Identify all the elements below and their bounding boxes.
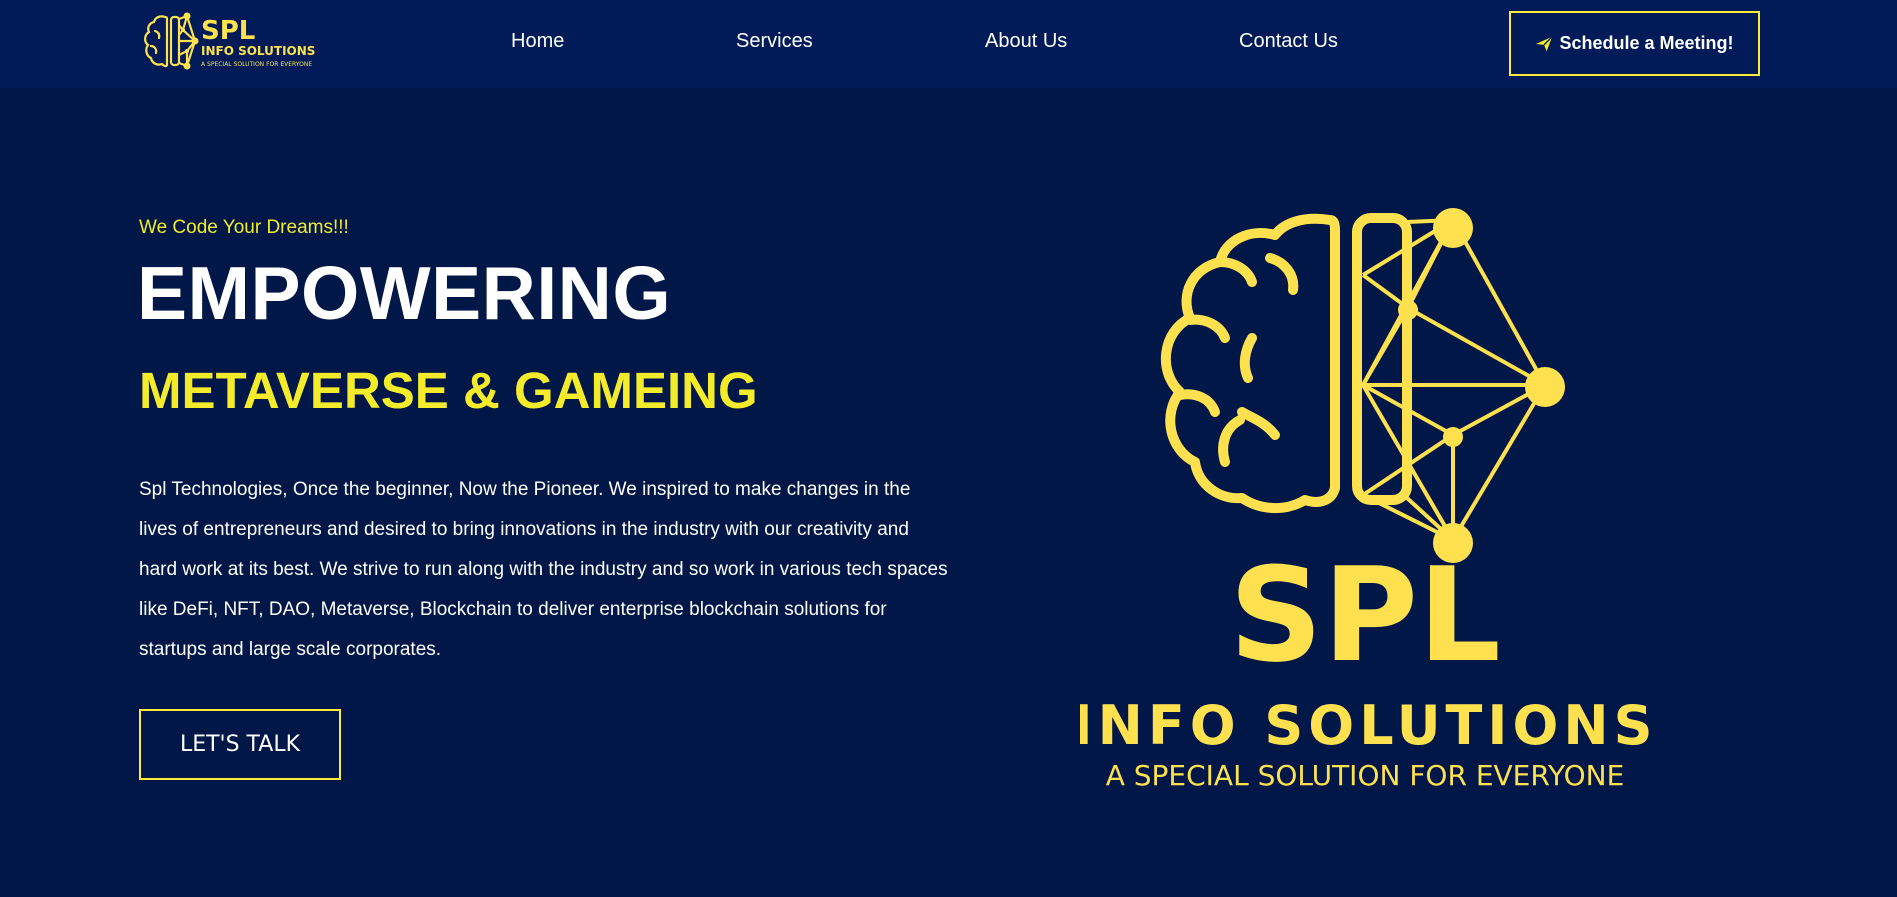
hero-tagline: We Code Your Dreams!!! bbox=[139, 217, 349, 238]
nav-link-services[interactable]: Services bbox=[736, 30, 813, 53]
hero-logo: SPL INFO SOLUTIONS A SPECIAL SOLUTION FO… bbox=[1080, 208, 1650, 792]
nav-logo-tagline: A SPECIAL SOLUTION FOR EVERYONE bbox=[201, 61, 312, 68]
lets-talk-button[interactable]: LET'S TALK bbox=[139, 709, 341, 780]
nav-logo-subtitle: INFO SOLUTIONS bbox=[201, 44, 315, 58]
schedule-meeting-button[interactable]: Schedule a Meeting! bbox=[1509, 11, 1760, 76]
brain-network-icon bbox=[144, 14, 198, 68]
hero-logo-subtitle: INFO SOLUTIONS bbox=[1080, 694, 1650, 757]
schedule-meeting-label: Schedule a Meeting! bbox=[1559, 33, 1734, 53]
send-icon bbox=[1536, 35, 1554, 51]
nav-logo-name: SPL bbox=[201, 16, 255, 46]
nav-link-home[interactable]: Home bbox=[511, 30, 564, 53]
hero-logo-name: SPL bbox=[1229, 539, 1501, 691]
navbar: SPL INFO SOLUTIONS A SPECIAL SOLUTION FO… bbox=[0, 0, 1897, 88]
nav-link-contact-us[interactable]: Contact Us bbox=[1239, 30, 1338, 53]
hero-headline: EMPOWERING bbox=[137, 251, 672, 335]
hero-description: Spl Technologies, Once the beginner, Now… bbox=[139, 479, 948, 660]
page: SPL INFO SOLUTIONS A SPECIAL SOLUTION FO… bbox=[0, 0, 1897, 897]
brain-network-icon bbox=[1160, 213, 1412, 514]
nav-link-about-us[interactable]: About Us bbox=[985, 30, 1067, 53]
nav-logo[interactable]: SPL INFO SOLUTIONS A SPECIAL SOLUTION FO… bbox=[139, 11, 323, 73]
hero-subheadline: METAVERSE & GAMEING bbox=[139, 362, 758, 419]
hero-logo-tagline: A SPECIAL SOLUTION FOR EVERYONE bbox=[1106, 759, 1625, 792]
